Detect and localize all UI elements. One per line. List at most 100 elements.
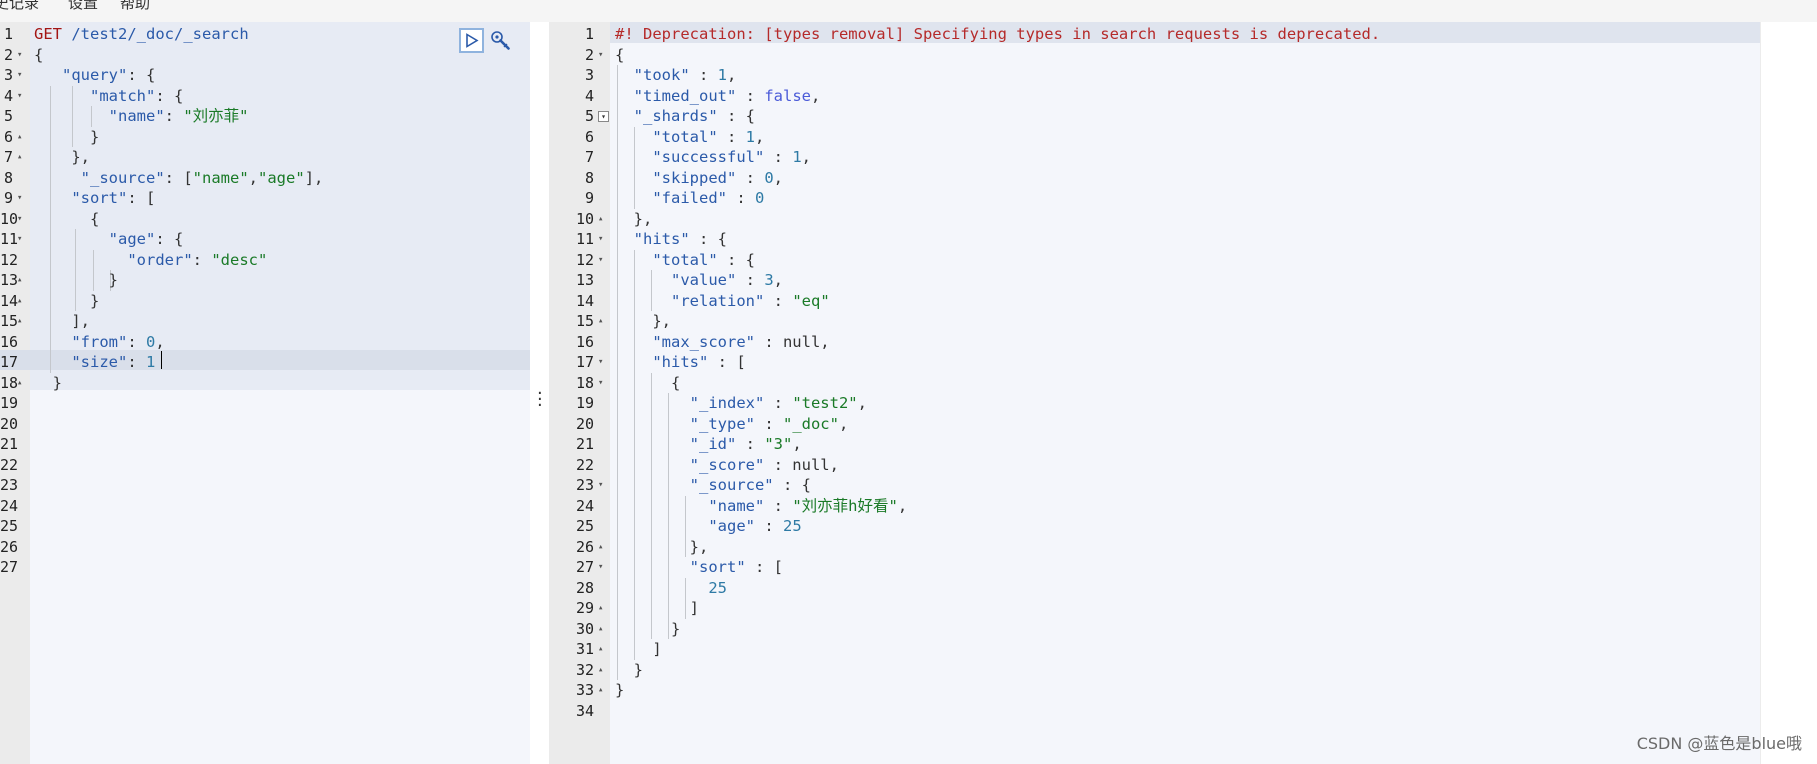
code-line: "_shards" : { <box>633 107 755 125</box>
line-number: 10 <box>575 209 594 228</box>
code-line: }, <box>652 312 671 330</box>
code-line: "from": 0, <box>71 332 165 351</box>
fold-open-icon[interactable]: ▾ <box>598 373 603 394</box>
fold-toggle-icon[interactable]: ▾ <box>598 111 609 122</box>
code-line: "skipped" : 0, <box>652 168 784 187</box>
code-line: "hits" : { <box>633 230 727 248</box>
code-line: } <box>52 373 63 392</box>
fold-close-icon[interactable]: ▴ <box>598 660 603 681</box>
line-number: 12 <box>575 250 594 269</box>
line-number: 30 <box>575 619 594 638</box>
settings-wrench-button[interactable] <box>488 28 513 53</box>
line-number: 5 <box>3 107 13 125</box>
fold-close-icon[interactable]: ▴ <box>598 209 603 230</box>
line-number: 15 <box>575 312 594 330</box>
code-line: } <box>671 619 681 638</box>
run-request-button[interactable] <box>459 28 484 53</box>
menu-item-settings[interactable]: 设置 <box>68 0 98 13</box>
line-number: 2 <box>3 45 13 64</box>
code-line: } <box>108 271 118 289</box>
code-line: "query": { <box>62 66 156 84</box>
fold-close-icon[interactable]: ▴ <box>17 127 22 148</box>
fold-close-icon[interactable]: ▴ <box>598 680 603 701</box>
code-line: }, <box>633 209 653 228</box>
code-line: "age" : 25 <box>708 517 802 535</box>
line-number: 3 <box>3 66 13 84</box>
line-number: 31 <box>575 640 594 658</box>
code-line: "match": { <box>90 86 184 105</box>
text-cursor <box>161 351 162 369</box>
code-line: { <box>34 45 44 64</box>
line-number: 5 <box>584 107 594 125</box>
fold-close-icon[interactable]: ▴ <box>598 598 603 619</box>
code-line: "value" : 3, <box>671 271 784 289</box>
line-number: 9 <box>584 189 594 207</box>
code-line: "_index" : "test2", <box>689 394 867 412</box>
menu-item-history[interactable]: 史记录 <box>0 0 39 13</box>
line-number: 14 <box>0 291 19 310</box>
line-number: 32 <box>575 660 594 679</box>
splitter-grip-icon[interactable]: · · · <box>537 385 543 415</box>
fold-close-icon[interactable]: ▴ <box>598 619 603 640</box>
code-line: "successful" : 1, <box>652 148 811 166</box>
line-number: 26 <box>575 537 594 556</box>
line-number: 25 <box>575 517 594 535</box>
line-number: 3 <box>584 66 594 84</box>
code-line: "timed_out" : false, <box>633 86 821 105</box>
fold-open-icon[interactable]: ▾ <box>17 229 22 250</box>
fold-open-icon[interactable]: ▾ <box>17 209 22 230</box>
line-number: 24 <box>0 496 19 515</box>
fold-open-icon[interactable]: ▾ <box>598 45 603 66</box>
line-number: 26 <box>0 537 19 556</box>
code-line: "failed" : 0 <box>652 189 765 207</box>
response-viewer[interactable]: 1 #! Deprecation: [types removal] Specify… <box>549 22 1760 764</box>
code-line: "_type" : "_doc", <box>689 414 849 433</box>
line-number: 13 <box>0 271 19 289</box>
fold-open-icon[interactable]: ▾ <box>598 557 603 578</box>
pane-splitter[interactable]: · · · <box>530 22 549 764</box>
line-number: 22 <box>0 455 19 474</box>
line-number: 15 <box>0 312 19 330</box>
code-line: { <box>615 45 625 64</box>
code-line: }, <box>689 537 709 556</box>
line-number: 4 <box>584 86 594 105</box>
fold-open-icon[interactable]: ▾ <box>598 250 603 271</box>
fold-close-icon[interactable]: ▴ <box>598 311 603 332</box>
fold-open-icon[interactable]: ▾ <box>598 475 603 496</box>
fold-close-icon[interactable]: ▴ <box>17 291 22 312</box>
fold-close-icon[interactable]: ▴ <box>17 270 22 291</box>
line-number: 11 <box>575 230 594 248</box>
menu-item-help[interactable]: 帮助 <box>120 0 150 13</box>
fold-open-icon[interactable]: ▾ <box>598 229 603 250</box>
code-line: "took" : 1, <box>633 66 737 84</box>
fold-close-icon[interactable]: ▴ <box>17 147 22 168</box>
request-editor[interactable]: 1 GET /test2/_doc/_search 2 ▾{3 ▾ "query": {… <box>0 22 530 764</box>
code-line: "total" : 1, <box>652 127 765 146</box>
code-line: "sort" : [ <box>689 558 783 576</box>
fold-close-icon[interactable]: ▴ <box>598 537 603 558</box>
line-number: 1 <box>3 25 13 43</box>
line-number: 19 <box>575 394 594 412</box>
line-number: 10 <box>0 209 19 228</box>
fold-open-icon[interactable]: ▾ <box>17 86 22 107</box>
code-line: "age": { <box>108 230 184 248</box>
line-number: 7 <box>3 148 13 166</box>
fold-close-icon[interactable]: ▴ <box>598 639 603 660</box>
wrench-icon <box>490 30 510 50</box>
line-number: 23 <box>0 476 19 494</box>
line-number: 8 <box>3 168 13 187</box>
code-line: #! Deprecation: [types removal] Specifyi… <box>615 25 1381 43</box>
fold-open-icon[interactable]: ▾ <box>598 352 603 373</box>
fold-close-icon[interactable]: ▴ <box>17 373 22 394</box>
fold-open-icon[interactable]: ▾ <box>17 45 22 66</box>
code-line: } <box>90 127 100 146</box>
fold-close-icon[interactable]: ▴ <box>17 311 22 332</box>
line-number: 2 <box>584 45 594 64</box>
line-number: 33 <box>575 681 594 699</box>
line-number: 16 <box>0 332 19 351</box>
line-number: 1 <box>584 25 594 43</box>
line-number: 11 <box>0 230 19 248</box>
code-line: } <box>633 660 644 679</box>
fold-open-icon[interactable]: ▾ <box>17 188 22 209</box>
fold-open-icon[interactable]: ▾ <box>17 65 22 86</box>
